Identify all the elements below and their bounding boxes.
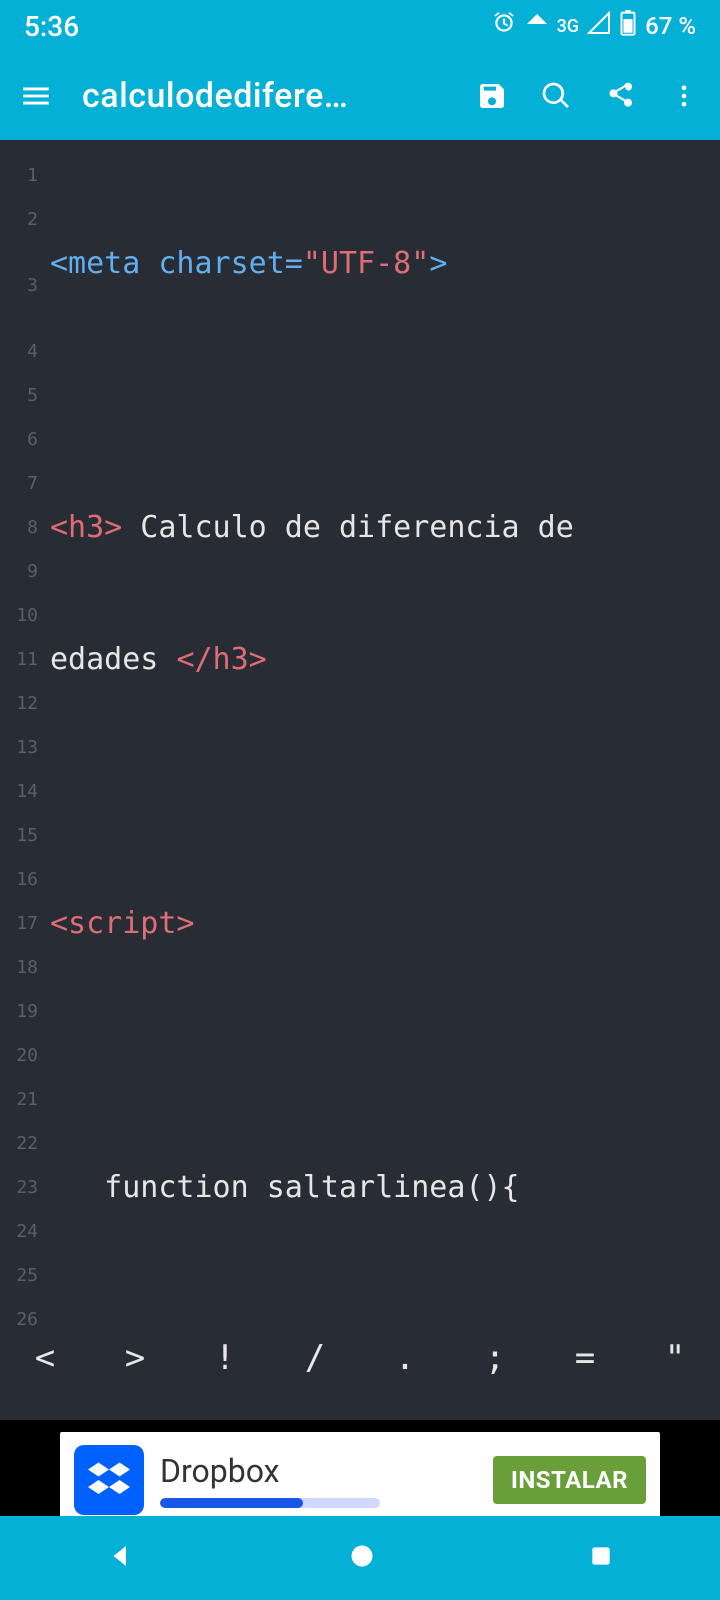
code-area[interactable]: <meta charset="UTF-8"> <h3> Calculo de d… xyxy=(44,154,720,1328)
line-gutter: 1 2 3 4 5 6 7 8 9 10 11 12 13 14 15 16 1… xyxy=(0,154,44,1328)
app-title: calculodedifere… xyxy=(82,76,446,116)
sym-semi[interactable]: ; xyxy=(450,1338,540,1378)
signal-icon xyxy=(587,11,611,41)
code-editor[interactable]: 1 2 3 4 5 6 7 8 9 10 11 12 13 14 15 16 1… xyxy=(0,140,720,1328)
sym-quote[interactable]: " xyxy=(630,1338,720,1378)
ad-progress xyxy=(160,1498,380,1508)
ad-banner[interactable]: Dropbox INSTALAR xyxy=(60,1432,660,1528)
app-bar: calculodedifere… xyxy=(0,52,720,140)
sym-bang[interactable]: ! xyxy=(180,1338,270,1378)
share-icon[interactable] xyxy=(602,78,638,114)
sym-lt[interactable]: < xyxy=(0,1338,90,1378)
ad-body: Dropbox xyxy=(160,1452,477,1508)
more-icon[interactable] xyxy=(666,78,702,114)
status-time: 5:36 xyxy=(24,10,79,43)
network-label: 3G xyxy=(557,16,580,37)
dropbox-icon xyxy=(74,1445,144,1515)
sym-gt[interactable]: > xyxy=(90,1338,180,1378)
battery-pct: 67 % xyxy=(645,12,696,40)
search-icon[interactable] xyxy=(538,78,574,114)
sym-eq[interactable]: = xyxy=(540,1338,630,1378)
status-right: 3G 67 % xyxy=(491,10,696,42)
save-icon[interactable] xyxy=(474,78,510,114)
battery-icon xyxy=(619,10,637,42)
menu-icon[interactable] xyxy=(18,78,54,114)
home-icon[interactable] xyxy=(348,1542,376,1574)
ad-title: Dropbox xyxy=(160,1452,477,1490)
wifi-icon xyxy=(525,11,549,41)
alarm-icon xyxy=(491,10,517,42)
install-button[interactable]: INSTALAR xyxy=(493,1456,646,1504)
recent-icon[interactable] xyxy=(588,1543,614,1573)
sym-dot[interactable]: . xyxy=(360,1338,450,1378)
back-icon[interactable] xyxy=(106,1541,136,1575)
status-bar: 5:36 3G 67 % xyxy=(0,0,720,52)
symbol-toolbar: < > ! / . ; = " xyxy=(0,1328,720,1388)
system-nav-bar xyxy=(0,1516,720,1600)
sym-slash[interactable]: / xyxy=(270,1338,360,1378)
